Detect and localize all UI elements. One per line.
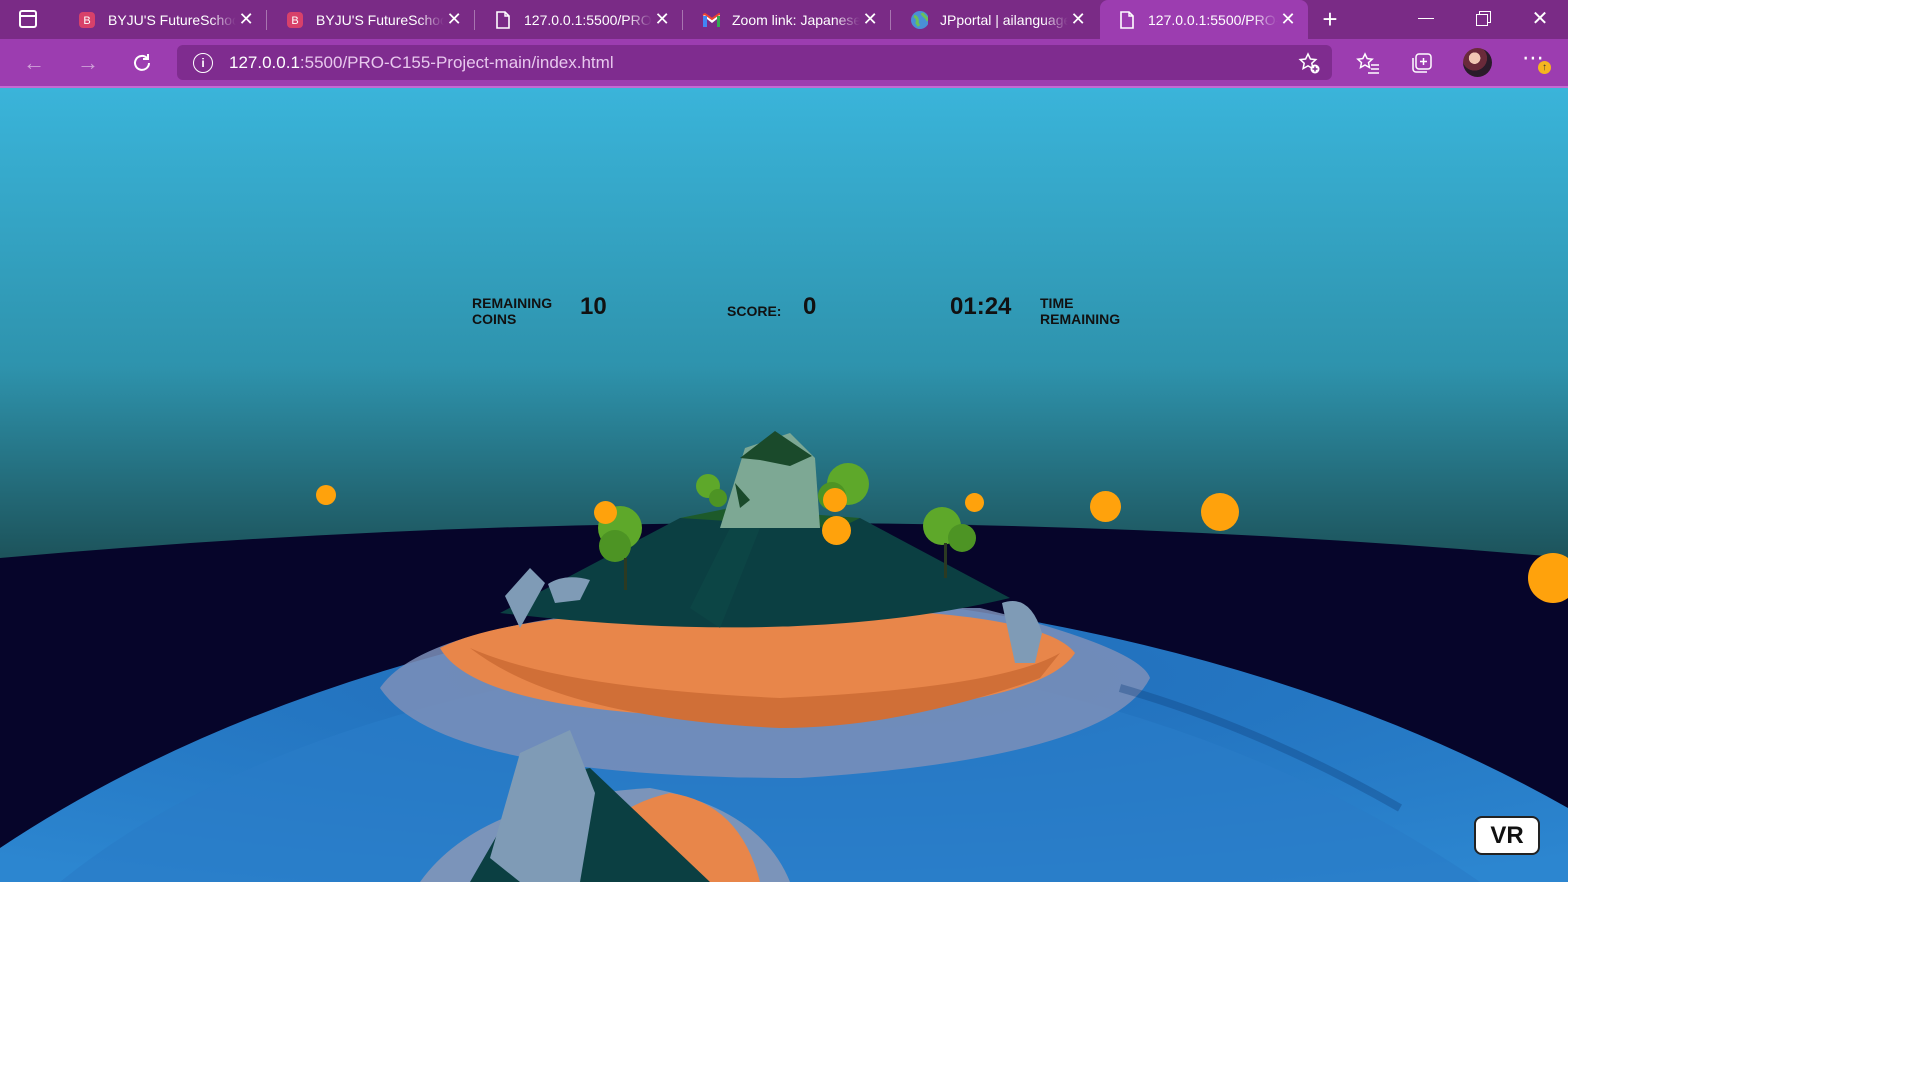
coin[interactable] [965, 493, 984, 512]
minimize-icon[interactable] [1418, 18, 1434, 19]
coin[interactable] [1090, 491, 1121, 522]
tab-5[interactable]: JPportal | ailanguage ✕ [892, 0, 1098, 39]
tab-6-active[interactable]: 127.0.0.1:5500/PRO-C155 ✕ [1100, 0, 1308, 39]
island-scene [0, 88, 1568, 882]
favorites-icon[interactable] [1356, 52, 1380, 74]
coin[interactable] [594, 501, 617, 524]
globe-icon [910, 10, 928, 29]
tab-4[interactable]: Zoom link: Japanese ✕ [684, 0, 890, 39]
time-remaining-label: TIME REMAINING [1040, 295, 1121, 327]
url-host: 127.0.0.1 [229, 52, 300, 72]
tab-3-title: 127.0.0.1:5500/PRO-C155 [524, 11, 652, 28]
svg-text:B: B [83, 15, 90, 27]
coin[interactable] [316, 485, 336, 505]
file-icon [494, 10, 512, 29]
close-tab-icon[interactable]: ✕ [1068, 9, 1088, 30]
game-viewport[interactable]: REMAINING COINS 10 SCORE: 0 01:24 TIME R… [0, 88, 1568, 882]
file-icon [1118, 10, 1136, 29]
close-tab-icon[interactable]: ✕ [236, 9, 256, 30]
forward-arrow-icon[interactable]: → [76, 50, 100, 75]
coin[interactable] [823, 488, 847, 512]
tab-5-title: JPportal | ailanguage [940, 11, 1069, 28]
time-value: 01:24 [950, 293, 1012, 320]
tab-2-title: BYJU'S FutureSchool [316, 11, 445, 28]
coin[interactable] [1201, 493, 1239, 531]
gmail-icon [702, 11, 720, 29]
back-arrow-icon[interactable]: ← [22, 50, 46, 75]
tab-separator [890, 10, 891, 30]
vr-button[interactable]: VR [1474, 816, 1540, 855]
close-tab-icon[interactable]: ✕ [860, 9, 880, 30]
settings-more-icon[interactable]: ⋯ ↑ [1522, 47, 1552, 75]
score-value: 0 [803, 293, 817, 320]
tab-separator [266, 10, 267, 30]
tab-3[interactable]: 127.0.0.1:5500/PRO-C155 ✕ [476, 0, 682, 39]
update-badge-icon: ↑ [1538, 61, 1551, 74]
site-info-icon[interactable]: i [193, 52, 213, 73]
tab-4-title: Zoom link: Japanese [732, 11, 861, 28]
refresh-icon[interactable] [130, 51, 154, 75]
byjus-icon: B [78, 11, 96, 29]
address-bar[interactable]: i 127.0.0.1:5500/PRO-C155-Project-main/i… [177, 45, 1332, 80]
new-tab-icon[interactable]: + [1318, 6, 1342, 32]
tab-6-title: 127.0.0.1:5500/PRO-C155 [1148, 11, 1278, 28]
remaining-coins-label: REMAINING COINS [472, 295, 553, 327]
close-tab-icon[interactable]: ✕ [444, 9, 464, 30]
score-label: SCORE: [727, 303, 782, 319]
tab-separator [682, 10, 683, 30]
toolbar: ← → i 127.0.0.1:5500/PRO-C155-Project-ma… [0, 39, 1568, 86]
close-window-icon[interactable]: ✕ [1530, 6, 1550, 30]
remaining-coins-value: 10 [580, 293, 607, 320]
tab-separator [474, 10, 475, 30]
svg-text:B: B [291, 15, 298, 27]
avatar[interactable] [1463, 48, 1492, 77]
byjus-icon: B [286, 11, 304, 29]
tab-1-title: BYJU'S FutureSchool [108, 11, 237, 28]
coin[interactable] [822, 516, 851, 545]
collections-icon[interactable] [1410, 52, 1434, 74]
close-tab-icon[interactable]: ✕ [1278, 9, 1298, 30]
tab-2[interactable]: B BYJU'S FutureSchool ✕ [268, 0, 474, 39]
tab-actions-icon[interactable] [19, 10, 37, 28]
tab-strip: B BYJU'S FutureSchool ✕ B BYJU'S FutureS… [0, 0, 1568, 39]
url-path: :5500/PRO-C155-Project-main/index.html [299, 52, 614, 72]
add-favorite-icon[interactable] [1298, 52, 1320, 74]
close-tab-icon[interactable]: ✕ [652, 9, 672, 30]
tab-1[interactable]: B BYJU'S FutureSchool ✕ [60, 0, 266, 39]
restore-icon[interactable] [1476, 11, 1491, 26]
